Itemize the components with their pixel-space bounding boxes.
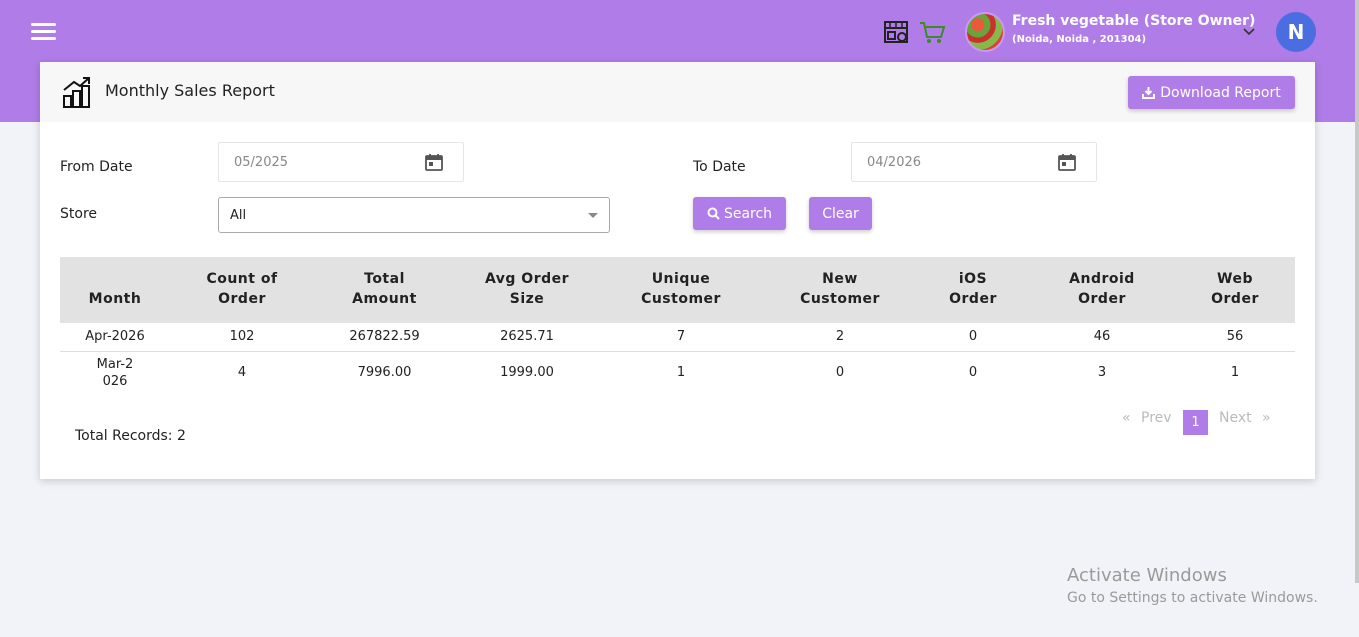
search-icon — [707, 207, 720, 220]
download-report-button[interactable]: Download Report — [1128, 76, 1295, 109]
table-cell: 0 — [968, 365, 978, 381]
report-table: Month Count of Order Total Amount Avg Or… — [60, 257, 1295, 394]
table-cell: 102 — [170, 323, 314, 352]
column-header-label: Avg Order Size — [484, 271, 570, 307]
column-header[interactable]: Count of Order — [170, 257, 314, 323]
column-header-label: Total Amount — [352, 271, 417, 307]
calendar-icon[interactable] — [425, 153, 443, 171]
table-cell: 3 — [1097, 365, 1107, 381]
activation-watermark-title: Activate Windows — [1067, 565, 1227, 586]
column-header-label: Count of Order — [206, 271, 278, 307]
chevron-down-icon[interactable] — [1241, 23, 1257, 39]
column-header[interactable]: Android Order — [1029, 257, 1175, 323]
pagination-next[interactable]: Next — [1219, 410, 1252, 426]
table-cell: 1 — [676, 365, 686, 381]
pagination-page-current[interactable]: 1 — [1183, 410, 1208, 435]
column-header-label: Unique Customer — [641, 271, 721, 307]
store-select-value: All — [230, 208, 247, 223]
store-avatar[interactable] — [965, 12, 1005, 52]
cart-icon[interactable] — [918, 18, 946, 46]
caret-down-icon — [588, 213, 598, 218]
column-header[interactable]: iOS Order — [917, 257, 1029, 323]
table-cell: 46 — [1029, 323, 1175, 352]
page-title: Monthly Sales Report — [105, 81, 275, 100]
table-cell: 0 — [917, 323, 1029, 352]
bar-chart-icon — [63, 77, 90, 108]
search-button[interactable]: Search — [693, 197, 786, 230]
download-icon — [1142, 87, 1156, 99]
pagination-prev[interactable]: Prev — [1141, 410, 1172, 426]
card-header: Monthly Sales Report Download Report — [40, 62, 1315, 122]
pagination-last[interactable]: » — [1262, 410, 1271, 426]
column-header[interactable]: Web Order — [1175, 257, 1295, 323]
store-name[interactable]: Fresh vegetable (Store Owner) — [1012, 13, 1255, 29]
table-cell: 7996.00 — [357, 365, 412, 381]
to-date-label: To Date — [693, 159, 746, 175]
download-report-label: Download Report — [1160, 84, 1281, 101]
table-row: Apr-2026 102 267822.59 2625.71 7 2 0 46 … — [60, 323, 1295, 352]
to-date-value: 04/2026 — [867, 155, 922, 170]
column-header-label: Web Order — [1211, 271, 1259, 307]
table-cell: 1999.00 — [500, 365, 554, 381]
total-records: Total Records: 2 — [75, 428, 186, 444]
table-cell: Apr-2026 — [60, 323, 170, 352]
table-cell: 2 — [763, 323, 917, 352]
search-button-label: Search — [723, 205, 773, 222]
from-date-value: 05/2025 — [234, 155, 289, 170]
month-value: Mar-2026 — [96, 356, 134, 389]
table-cell: 56 — [1175, 323, 1295, 352]
table-cell: 267822.59 — [314, 323, 455, 352]
table-cell: 2625.71 — [455, 323, 599, 352]
pagination-first[interactable]: « — [1122, 410, 1131, 426]
column-header-label: iOS Order — [949, 271, 997, 307]
column-header[interactable]: Month — [60, 257, 170, 323]
to-date-input[interactable]: 04/2026 — [851, 142, 1097, 182]
clear-button-label: Clear — [822, 205, 859, 222]
calendar-icon[interactable] — [1058, 153, 1076, 171]
store-address: (Noida, Noida , 201304) — [1012, 34, 1147, 45]
table-cell: 4 — [237, 365, 247, 381]
column-header[interactable]: Avg Order Size — [455, 257, 599, 323]
table-cell: 1 — [1230, 365, 1240, 381]
column-header-label: Android Order — [1069, 271, 1135, 307]
table-cell: 0 — [835, 365, 845, 381]
table-header-row: Month Count of Order Total Amount Avg Or… — [60, 257, 1295, 323]
clear-button[interactable]: Clear — [809, 197, 872, 230]
from-date-label: From Date — [60, 159, 133, 175]
from-date-input[interactable]: 05/2025 — [218, 142, 464, 182]
menu-icon[interactable] — [31, 22, 56, 42]
column-header[interactable]: Total Amount — [314, 257, 455, 323]
table-cell: 7 — [599, 323, 763, 352]
report-card: Monthly Sales Report Download Report Fro… — [40, 62, 1315, 479]
column-header[interactable]: New Customer — [763, 257, 917, 323]
scrollbar[interactable] — [1355, 0, 1359, 583]
column-header-label: New Customer — [800, 271, 880, 307]
table-cell: Mar-2026 — [60, 351, 170, 394]
user-avatar[interactable]: N — [1276, 12, 1316, 52]
store-select[interactable]: All — [218, 197, 610, 233]
table-row: Mar-2026 4 7996.00 1999.00 1 0 0 3 1 — [60, 351, 1295, 394]
activation-watermark-text: Go to Settings to activate Windows. — [1067, 590, 1318, 606]
store-icon[interactable] — [882, 18, 910, 46]
column-header[interactable]: Unique Customer — [599, 257, 763, 323]
store-label: Store — [60, 206, 98, 222]
